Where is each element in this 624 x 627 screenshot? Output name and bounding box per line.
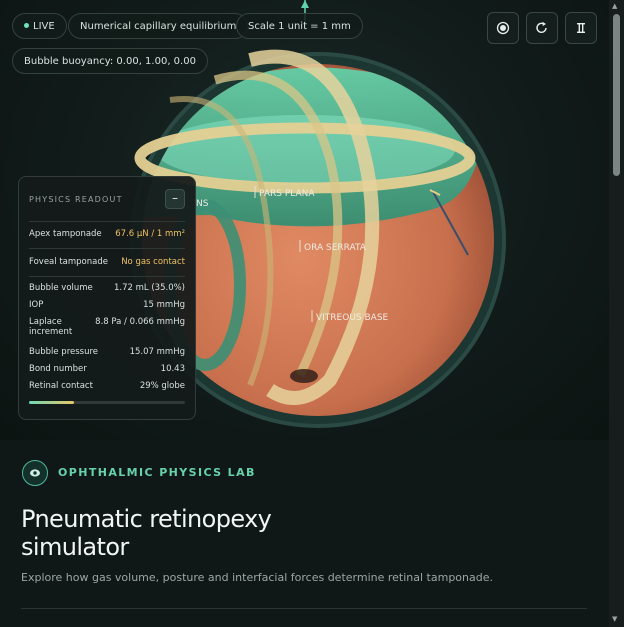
- apex-tamponade-row: Apex tamponade 67.6 µN / 1 mm²: [29, 222, 185, 248]
- metric-value: 1.72 mL (35.0%): [114, 283, 185, 293]
- metric-label: Bubble volume: [29, 283, 93, 293]
- eye-icon: [30, 469, 40, 477]
- readout-title: PHYSICS READOUT: [29, 194, 123, 204]
- metric-row: IOP 15 mmHg: [29, 300, 185, 317]
- live-dot: [24, 23, 29, 28]
- metric-row: Bubble volume 1.72 mL (35.0%): [29, 283, 185, 300]
- metric-label: Retinal contact: [29, 381, 93, 391]
- scroll-down-icon[interactable]: ▼: [612, 615, 617, 623]
- lab-label: OPHTHALMIC PHYSICS LAB: [58, 466, 256, 479]
- metric-label: IOP: [29, 300, 44, 310]
- apex-label: Apex tamponade: [29, 229, 102, 239]
- metric-row: Bubble pressure 15.07 mmHg: [29, 347, 185, 364]
- lab-badge: [22, 460, 48, 486]
- pause-icon: [577, 23, 585, 33]
- metric-value: 15 mmHg: [143, 300, 185, 310]
- metric-value: 15.07 mmHg: [129, 347, 185, 357]
- foveal-label: Foveal tamponade: [29, 257, 108, 267]
- label-partial: NS: [196, 199, 209, 209]
- page-title: Pneumatic retinopexy simulator: [21, 505, 272, 561]
- label-vitreous-base: VITREOUS BASE: [316, 313, 389, 323]
- page-subtitle: Explore how gas volume, posture and inte…: [21, 571, 493, 584]
- scroll-up-icon[interactable]: ▲: [612, 2, 617, 10]
- metric-value: 8.8 Pa / 0.066 mmHg: [95, 317, 185, 327]
- buoyancy-chip: Bubble buoyancy: 0.00, 1.00, 0.00: [12, 48, 208, 74]
- retinal-contact-bar: [29, 401, 185, 404]
- target-icon: [496, 21, 510, 35]
- metric-value: 10.43: [160, 364, 185, 374]
- metric-label: Bond number: [29, 364, 87, 374]
- label-pars-plana: PARS PLANA: [259, 189, 315, 199]
- foveal-tamponade-row: Foveal tamponade No gas contact: [29, 249, 185, 276]
- metric-value: 29% globe: [139, 381, 185, 391]
- collapse-readout-button[interactable]: –: [165, 189, 185, 209]
- label-ora-serrata: ORA SERRATA: [304, 243, 367, 253]
- apex-value: 67.6 µN / 1 mm²: [115, 229, 185, 239]
- scrollbar[interactable]: ▲ ▼: [609, 0, 624, 627]
- view-toggle-button[interactable]: [487, 12, 519, 44]
- simulation-viewport[interactable]: PARS PLANA ORA SERRATA VITREOUS BASE NS …: [0, 0, 609, 440]
- pause-button[interactable]: [565, 12, 597, 44]
- scrollbar-thumb[interactable]: [613, 14, 620, 176]
- metric-row: Bond number 10.43: [29, 364, 185, 381]
- mode-chip: Numerical capillary equilibrium: [68, 13, 249, 39]
- reset-icon: [536, 21, 547, 34]
- scale-chip: Scale 1 unit = 1 mm: [236, 13, 363, 39]
- live-label: LIVE: [33, 21, 55, 32]
- metric-row: Laplace increment 8.8 Pa / 0.066 mmHg: [29, 317, 185, 347]
- reset-button[interactable]: [526, 12, 558, 44]
- divider: [21, 608, 587, 609]
- live-badge: LIVE: [12, 13, 67, 39]
- metric-row: Retinal contact 29% globe: [29, 381, 185, 398]
- metric-label: Bubble pressure: [29, 347, 99, 357]
- foveal-value: No gas contact: [121, 257, 185, 267]
- readout-metrics: Bubble volume 1.72 mL (35.0%) IOP 15 mmHg …: [29, 277, 185, 404]
- metric-label: Laplace increment: [29, 317, 73, 337]
- physics-readout-panel: PHYSICS READOUT – Apex tamponade 67.6 µN…: [18, 176, 196, 420]
- retinal-contact-fill: [29, 401, 75, 404]
